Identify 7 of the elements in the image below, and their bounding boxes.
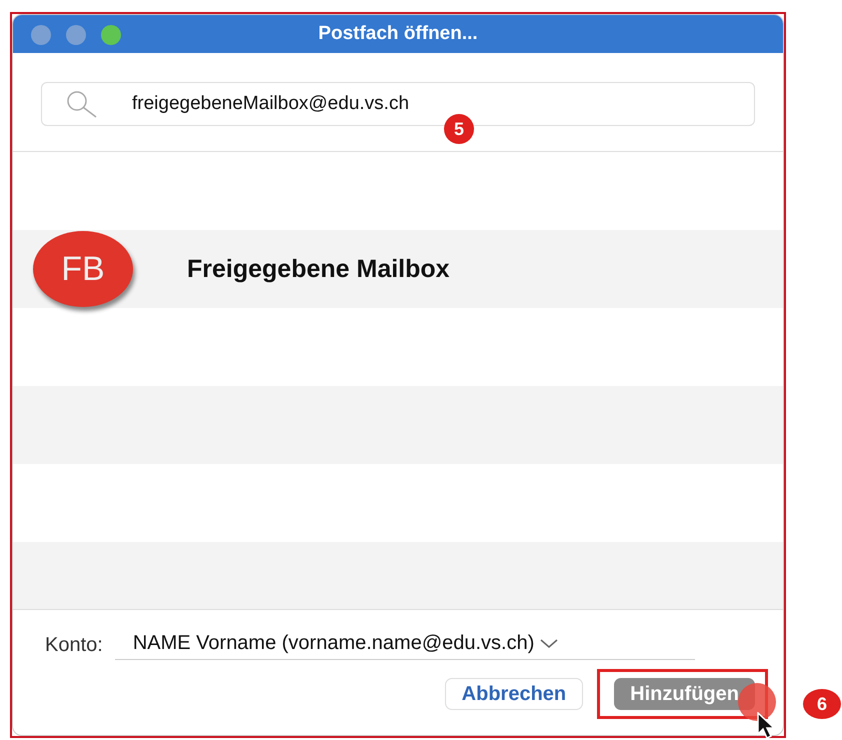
- account-label: Konto:: [45, 634, 103, 656]
- avatar-initials: FB: [33, 231, 133, 307]
- window-title: Postfach öffnen...: [318, 23, 478, 45]
- cancel-button[interactable]: Abbrechen: [444, 678, 584, 710]
- account-dropdown[interactable]: NAME Vorname (vorname.name@edu.vs.ch): [114, 630, 695, 660]
- step-badge: 6: [803, 689, 841, 719]
- mailbox-name: Freigegebene Mailbox: [187, 254, 450, 284]
